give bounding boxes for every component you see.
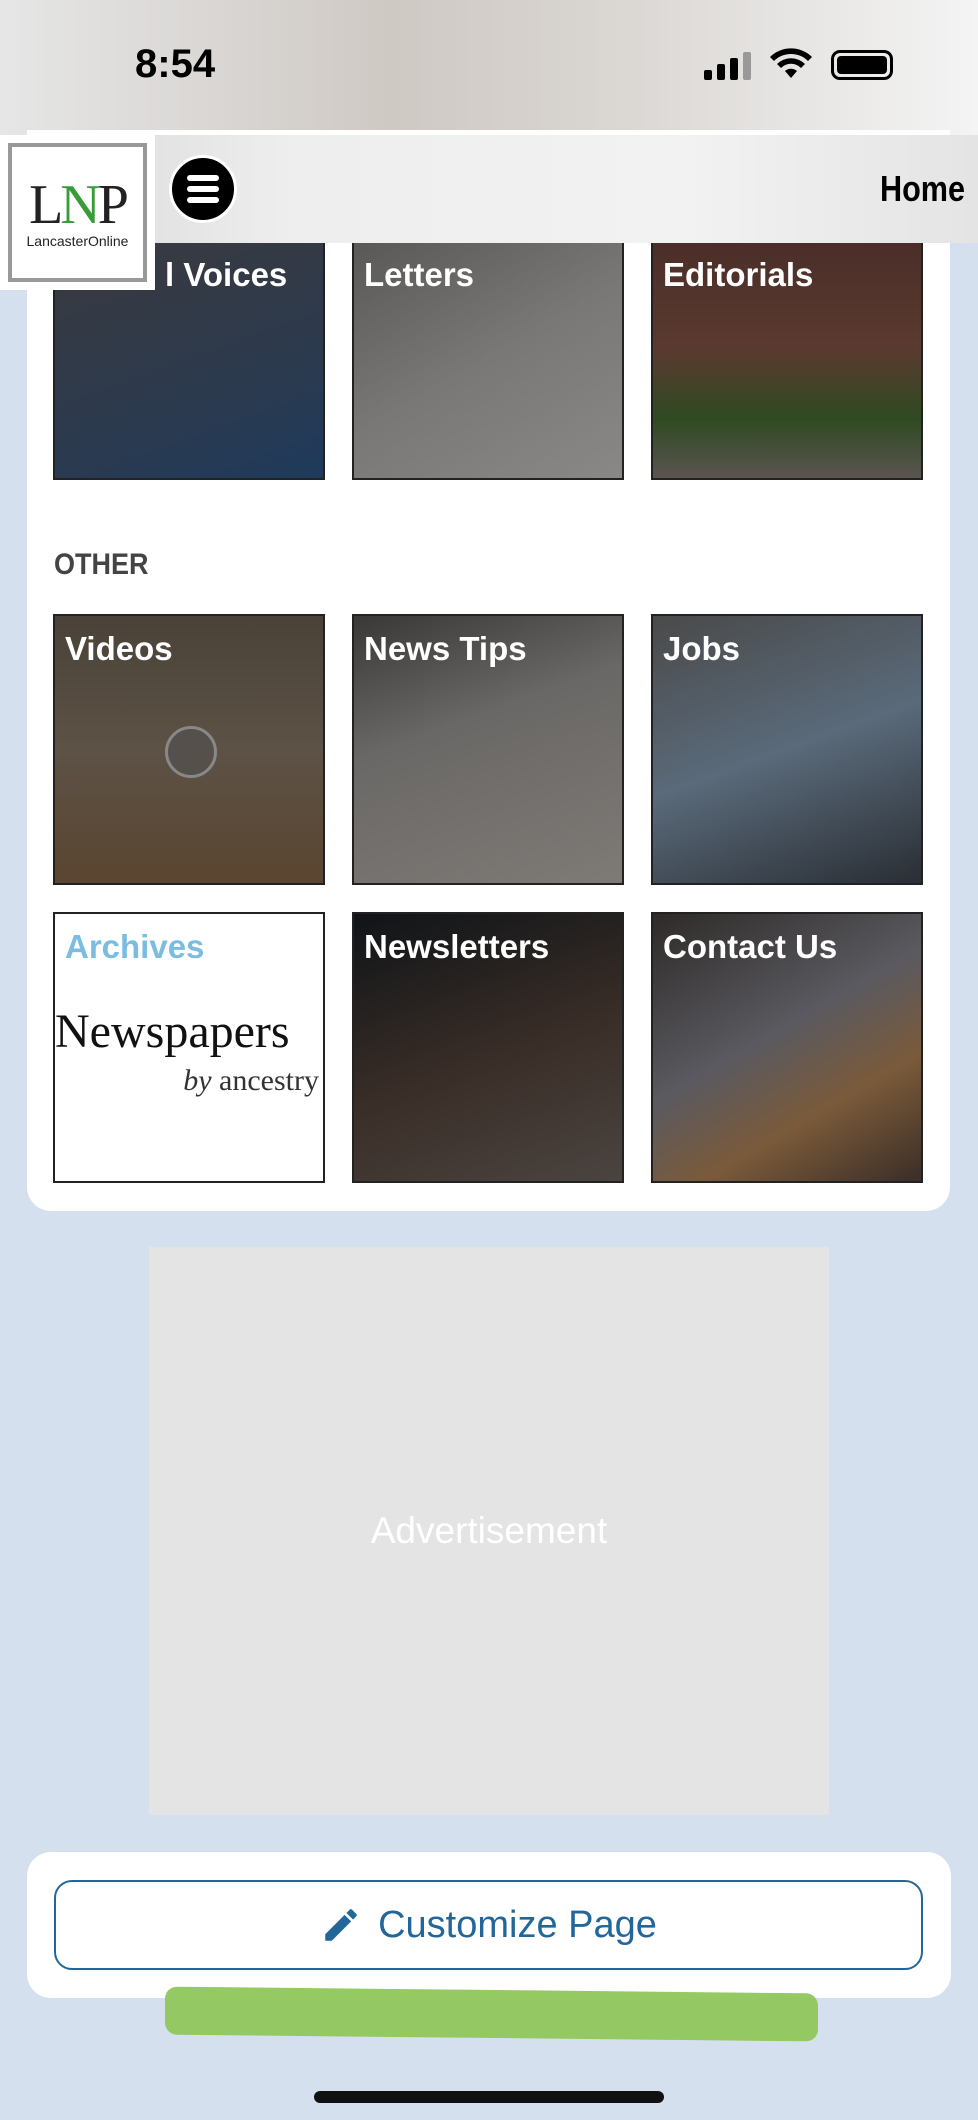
play-icon[interactable] xyxy=(165,726,217,778)
tile-label: Jobs xyxy=(663,630,741,667)
tile-letters[interactable]: Letters xyxy=(352,240,624,480)
logo-subtext: LancasterOnline xyxy=(26,232,129,249)
tile-label: Letters xyxy=(364,256,475,293)
tile-jobs[interactable]: Jobs xyxy=(651,614,923,885)
menu-button[interactable] xyxy=(169,155,237,223)
tile-label: News Tips xyxy=(364,630,527,667)
customize-label: Customize Page xyxy=(378,1903,657,1946)
tile-label: Videos xyxy=(65,630,173,667)
sections-card: l Voices Letters Editorials OTHER Videos… xyxy=(27,130,950,1211)
advertisement[interactable]: Advertisement xyxy=(149,1247,829,1815)
status-bar: 8:54 xyxy=(0,0,978,135)
ancestry-logo: by ancestry xyxy=(183,1064,319,1097)
tile-news-tips[interactable]: News Tips xyxy=(352,614,624,885)
wifi-icon xyxy=(770,48,812,78)
home-indicator[interactable] xyxy=(314,2091,664,2103)
tile-editorials[interactable]: Editorials xyxy=(651,240,923,480)
battery-icon xyxy=(831,50,893,80)
tile-label: l Voices xyxy=(165,256,288,293)
customize-page-button[interactable]: Customize Page xyxy=(54,1880,923,1970)
tile-label: Contact Us xyxy=(663,928,838,965)
pencil-icon xyxy=(325,1909,357,1941)
tile-newsletters[interactable]: Newsletters xyxy=(352,912,624,1183)
tile-label: Editorials xyxy=(663,256,814,293)
highlight-mark xyxy=(165,1986,818,2042)
lnp-logo[interactable]: LNP LancasterOnline xyxy=(0,135,155,290)
tile-archives[interactable]: Archives Newspapers by ancestry xyxy=(53,912,325,1183)
tile-videos[interactable]: Videos xyxy=(53,614,325,885)
tile-label: Newsletters xyxy=(364,928,550,965)
signal-icon xyxy=(704,52,751,80)
page-title: Home xyxy=(879,168,965,209)
newspapers-logo: Newspapers xyxy=(55,1005,290,1058)
status-time: 8:54 xyxy=(135,42,216,86)
tile-contact-us[interactable]: Contact Us xyxy=(651,912,923,1183)
tile-label: Archives xyxy=(65,928,205,965)
section-heading-other: OTHER xyxy=(54,548,149,581)
